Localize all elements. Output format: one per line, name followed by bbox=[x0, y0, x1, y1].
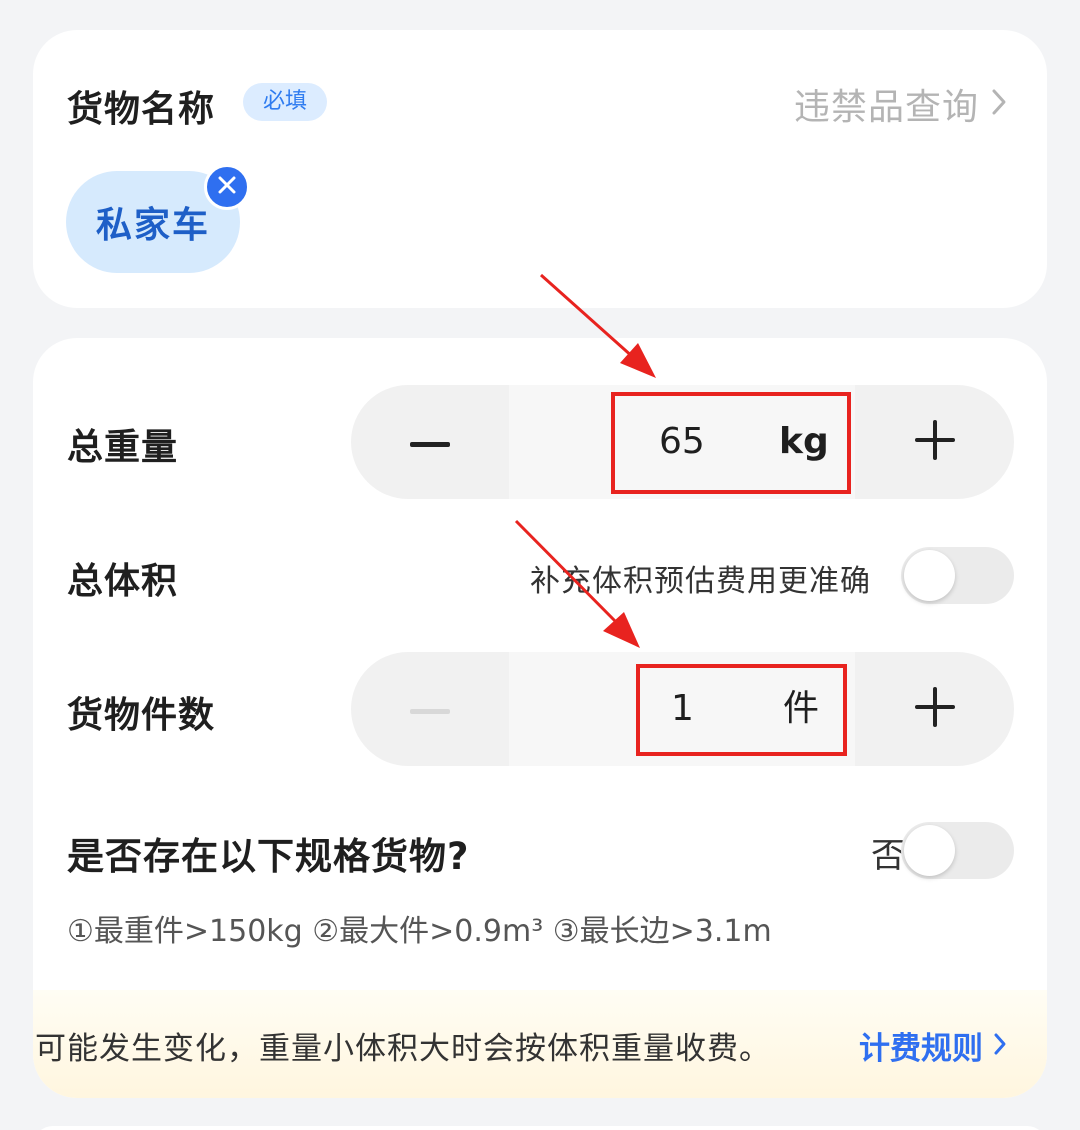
close-icon bbox=[218, 176, 236, 198]
pricing-notice-banner: 可能发生变化，重量小体积大时会按体积重量收费。 计费规则 bbox=[33, 990, 1047, 1098]
pieces-highlight-box bbox=[636, 664, 847, 756]
special-spec-toggle[interactable] bbox=[901, 822, 1014, 879]
toggle-knob bbox=[904, 825, 955, 876]
special-spec-value: 否 bbox=[871, 836, 905, 876]
weight-decrease-button[interactable] bbox=[351, 385, 509, 499]
pricing-rules-link-label: 计费规则 bbox=[859, 1031, 983, 1067]
next-card bbox=[33, 1126, 1047, 1130]
pricing-notice-text: 可能发生变化，重量小体积大时会按体积重量收费。 bbox=[35, 1031, 771, 1067]
pricing-rules-link[interactable]: 计费规则 bbox=[859, 1023, 1007, 1068]
special-spec-question: 是否存在以下规格货物? bbox=[67, 835, 470, 878]
cargo-details-card: 总重量 65 kg 总体积 补充体积预估费用更准确 货物件数 1 件 是否存在以… bbox=[33, 338, 1047, 1098]
banned-items-link[interactable]: 违禁品查询 bbox=[794, 78, 1007, 130]
weight-highlight-box bbox=[611, 392, 851, 494]
pieces-increase-button[interactable] bbox=[856, 652, 1014, 766]
chevron-right-icon bbox=[991, 84, 1007, 125]
page: 货物名称 必填 违禁品查询 私家车 总重量 65 kg 总体积 补充体积预估费用… bbox=[0, 0, 1080, 1130]
remove-tag-button[interactable] bbox=[204, 164, 250, 210]
chevron-right-icon bbox=[993, 1028, 1007, 1064]
plus-icon bbox=[915, 687, 955, 731]
required-badge: 必填 bbox=[243, 83, 327, 121]
pieces-label: 货物件数 bbox=[67, 695, 216, 736]
plus-icon bbox=[915, 420, 955, 464]
weight-label: 总重量 bbox=[67, 427, 179, 468]
pieces-decrease-button[interactable] bbox=[351, 652, 509, 766]
minus-icon bbox=[410, 700, 450, 719]
minus-icon bbox=[410, 433, 450, 452]
cargo-name-card: 货物名称 必填 违禁品查询 私家车 bbox=[33, 30, 1047, 308]
volume-label: 总体积 bbox=[67, 561, 179, 602]
cargo-name-title: 货物名称 bbox=[67, 89, 216, 130]
volume-hint: 补充体积预估费用更准确 bbox=[530, 564, 871, 599]
volume-toggle[interactable] bbox=[901, 547, 1014, 604]
toggle-knob bbox=[904, 550, 955, 601]
banned-items-link-label: 违禁品查询 bbox=[793, 87, 979, 128]
weight-increase-button[interactable] bbox=[856, 385, 1014, 499]
special-spec-criteria: ①最重件>150kg ②最大件>0.9m³ ③最长边>3.1m bbox=[67, 914, 772, 949]
cargo-tag-label: 私家车 bbox=[95, 205, 210, 246]
